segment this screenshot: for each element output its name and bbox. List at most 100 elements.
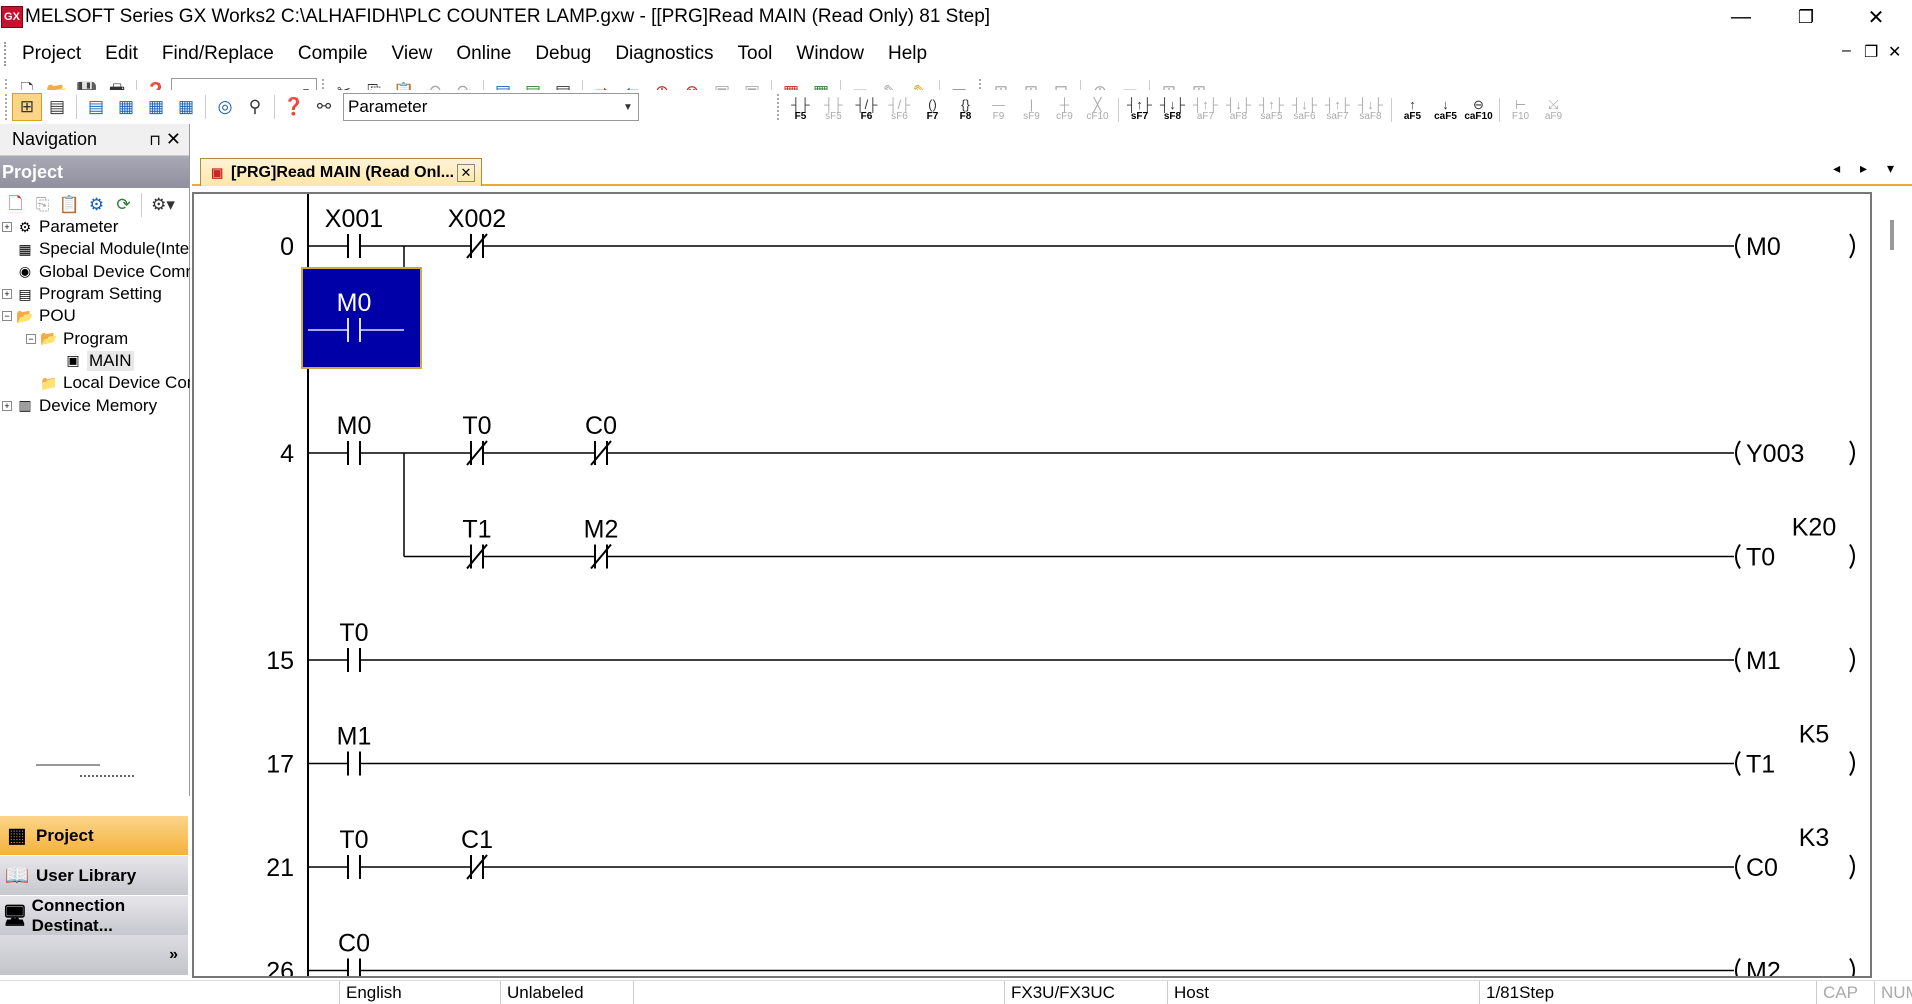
maximize-button[interactable]: ❐ — [1772, 0, 1840, 34]
watch-icon[interactable]: ◎ — [210, 93, 240, 121]
help-index-icon[interactable]: ❓ — [279, 93, 309, 121]
ladder-tool-button[interactable]: ┤↓├ saF6 — [1288, 92, 1321, 122]
ladder-tool-button[interactable]: ┼ cF9 — [1048, 92, 1081, 122]
coil-left-paren[interactable] — [1735, 854, 1741, 880]
collapse-icon[interactable]: − — [2, 311, 12, 322]
close-icon[interactable]: ✕ — [166, 129, 181, 150]
splitter-grip[interactable] — [80, 775, 134, 779]
coil-right-paren[interactable] — [1849, 957, 1855, 979]
expand-icon[interactable]: + — [2, 289, 12, 300]
mdi-minimize-button[interactable]: – — [1842, 42, 1851, 60]
menu-online[interactable]: Online — [444, 43, 523, 65]
ladder-tool-button[interactable]: ┤↑├ saF7 — [1321, 92, 1354, 122]
ladder-tool-button[interactable]: ┤├ sF5 — [817, 92, 850, 122]
refresh-icon[interactable]: ⟳ — [110, 191, 137, 219]
ladder-tool-button[interactable]: ┤↑├ aF7 — [1189, 92, 1222, 122]
close-button[interactable]: ✕ — [1842, 0, 1910, 34]
ladder-tool-button[interactable]: — F9 — [982, 92, 1015, 122]
tree-item-local-device-comment[interactable]: 📁 Local Device Comment — [0, 372, 190, 394]
menu-edit[interactable]: Edit — [93, 43, 150, 65]
toolbar-grip[interactable] — [5, 94, 9, 120]
tab-main-program[interactable]: ▣ [PRG]Read MAIN (Read Onl... ✕ — [200, 158, 482, 186]
menu-diagnostics[interactable]: Diagnostics — [603, 43, 725, 65]
ladder-tool-button[interactable]: ⤩ aF9 — [1537, 92, 1570, 122]
coil-left-paren[interactable] — [1735, 647, 1741, 673]
device-list-icon[interactable]: ▦ — [111, 93, 141, 121]
close-icon[interactable]: ✕ — [457, 164, 475, 182]
ladder-tool-button[interactable]: ┤↑├ saF5 — [1255, 92, 1288, 122]
ladder-tool-button[interactable]: ↑ aF5 — [1396, 92, 1429, 122]
collapse-icon[interactable]: − — [26, 333, 36, 344]
ladder-tool-button[interactable]: | sF9 — [1015, 92, 1048, 122]
ladder-tool-button[interactable]: ⊖ caF10 — [1462, 92, 1495, 122]
ladder-tool-button[interactable]: ┤/├ F6 — [850, 92, 883, 122]
property-icon[interactable]: ▤ — [42, 93, 72, 121]
coil-right-paren[interactable] — [1849, 750, 1855, 777]
menu-tool[interactable]: Tool — [726, 43, 785, 65]
tree-item-program-setting[interactable]: + ▤ Program Setting — [0, 283, 190, 305]
scrollbar-thumb[interactable] — [1890, 220, 1894, 250]
ladder-tool-button[interactable]: ⊢ F10 — [1504, 92, 1537, 122]
ladder-tool-button[interactable]: ┤↓├ aF8 — [1222, 92, 1255, 122]
paste-data-icon[interactable]: 📋 — [56, 191, 83, 219]
coil-right-paren[interactable] — [1849, 543, 1855, 570]
device-batch-list-icon[interactable]: ▦ — [141, 93, 171, 121]
ladder-tool-button[interactable]: {} F8 — [949, 92, 982, 122]
vertical-scrollbar[interactable] — [1888, 214, 1896, 974]
tree-options-icon[interactable]: ⚙▾ — [146, 191, 180, 219]
ladder-tool-button[interactable]: ┤/├ sF6 — [883, 92, 916, 122]
coil-left-paren[interactable] — [1735, 750, 1741, 777]
coil-left-paren[interactable] — [1735, 440, 1741, 466]
tree-item-parameter[interactable]: + ⚙ Parameter — [0, 216, 190, 238]
pane-splitter[interactable] — [36, 764, 100, 766]
tab-scroll-arrows[interactable]: ◂ ▸ ▾ — [1833, 160, 1902, 177]
navigation-toggle-icon[interactable]: ⊞ — [12, 93, 42, 121]
coil-right-paren[interactable] — [1849, 440, 1855, 466]
expand-icon[interactable]: + — [2, 222, 12, 233]
ladder-tool-button[interactable]: ┤↓├ saF8 — [1354, 92, 1387, 122]
chevron-down-icon[interactable]: ▼ — [618, 94, 638, 120]
coil-left-paren[interactable] — [1735, 543, 1741, 570]
minimize-button[interactable]: — — [1707, 0, 1775, 34]
ladder-tool-button[interactable]: ↓ caF5 — [1429, 92, 1462, 122]
menu-compile[interactable]: Compile — [286, 43, 380, 65]
element-selection-icon[interactable]: ▤ — [81, 93, 111, 121]
nav-tab-project[interactable]: ▦ Project — [0, 815, 188, 855]
ladder-editor[interactable]: 0 X001 X002 M0 M0 4 M0 T0 C0 Y003 T1 M2 T0 K20 15 T0 M1 1… — [192, 192, 1872, 978]
menu-project[interactable]: Project — [8, 43, 93, 65]
ladder-tool-button[interactable]: ╳ cF10 — [1081, 92, 1114, 122]
toolbar-grip[interactable] — [777, 94, 781, 120]
nav-tab-connection-destinat[interactable]: 🖥 Connection Destinat... — [0, 895, 188, 935]
ladder-tool-button[interactable]: () F7 — [916, 92, 949, 122]
navigation-more-button[interactable]: » — [0, 935, 188, 975]
menu-help[interactable]: Help — [876, 43, 939, 65]
tree-item-global-device-comment[interactable]: ◉ Global Device Comment — [0, 261, 190, 283]
coil-left-paren[interactable] — [1735, 957, 1741, 979]
ladder-tool-button[interactable]: ┤↓├ sF8 — [1156, 92, 1189, 122]
menu-window[interactable]: Window — [784, 43, 876, 65]
nav-tab-user-library[interactable]: 📖 User Library — [0, 855, 188, 895]
menu-find-replace[interactable]: Find/Replace — [150, 43, 286, 65]
new-data-icon[interactable]: 🗋 — [2, 191, 29, 219]
navigation-combo[interactable]: Parameter ▼ — [343, 93, 639, 121]
coil-right-paren[interactable] — [1849, 647, 1855, 673]
menu-view[interactable]: View — [380, 43, 445, 65]
selection-highlight[interactable] — [301, 267, 422, 369]
expand-icon[interactable]: + — [2, 400, 12, 411]
tree-item-special-module-intelligent[interactable]: ▦ Special Module(Intelligent — [0, 238, 190, 260]
copy-data-icon[interactable]: ⎘ — [29, 191, 56, 219]
ladder-tool-button[interactable]: ┤├ F5 — [784, 92, 817, 122]
coil-left-paren[interactable] — [1735, 233, 1741, 259]
coil-right-paren[interactable] — [1849, 233, 1855, 259]
tree-item-pou[interactable]: − 📂 POU — [0, 305, 190, 327]
menu-debug[interactable]: Debug — [523, 43, 603, 65]
binoculars-icon[interactable]: ⚯ — [309, 93, 339, 121]
pin-icon[interactable]: ⊓ — [149, 131, 161, 149]
ladder-tool-button[interactable]: ┤↑├ sF7 — [1123, 92, 1156, 122]
tree-item-device-memory[interactable]: + ▥ Device Memory — [0, 394, 190, 416]
find-device-icon[interactable]: ⚲ — [240, 93, 270, 121]
mdi-restore-button[interactable]: ❐ — [1864, 42, 1878, 62]
device-comment-list-icon[interactable]: ▦ — [171, 93, 201, 121]
mdi-close-button[interactable]: ✕ — [1888, 42, 1901, 62]
tree-item-program[interactable]: − 📂 Program — [0, 327, 190, 349]
